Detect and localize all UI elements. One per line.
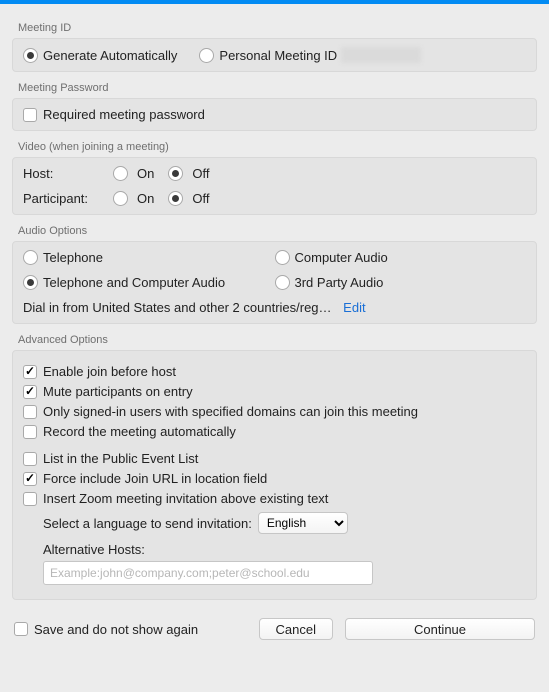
required-password-checkbox[interactable] (23, 108, 37, 122)
public-list-checkbox[interactable] (23, 452, 37, 466)
advanced-section-label: Advanced Options (18, 334, 537, 346)
computer-audio-label: Computer Audio (295, 250, 388, 265)
dialog-content: Meeting ID Generate Automatically Person… (0, 4, 549, 652)
insert-invite-checkbox[interactable] (23, 492, 37, 506)
dial-in-text: Dial in from United States and other 2 c… (23, 300, 332, 315)
generate-auto-radio[interactable] (23, 48, 38, 63)
mute-entry-checkbox[interactable] (23, 385, 37, 399)
force-url-label: Force include Join URL in location field (43, 471, 267, 486)
host-on-label: On (137, 166, 154, 181)
edit-dial-in-link[interactable]: Edit (343, 300, 365, 315)
meeting-password-label: Meeting Password (18, 82, 537, 94)
host-on-radio[interactable] (113, 166, 128, 181)
required-password-text: Required meeting password (43, 107, 205, 122)
insert-invite-label: Insert Zoom meeting invitation above exi… (43, 491, 328, 506)
language-select[interactable]: English (258, 512, 348, 534)
audio-section-label: Audio Options (18, 225, 537, 237)
record-auto-checkbox[interactable] (23, 425, 37, 439)
personal-meeting-radio[interactable] (199, 48, 214, 63)
third-party-audio-label: 3rd Party Audio (295, 275, 384, 290)
signed-domains-checkbox[interactable] (23, 405, 37, 419)
participant-on-radio[interactable] (113, 191, 128, 206)
personal-meeting-label: Personal Meeting ID (219, 48, 337, 63)
personal-meeting-id-redacted (341, 47, 421, 63)
public-list-label: List in the Public Event List (43, 451, 198, 466)
third-party-audio-radio[interactable] (275, 275, 290, 290)
computer-audio-radio[interactable] (275, 250, 290, 265)
meeting-id-panel: Generate Automatically Personal Meeting … (12, 38, 537, 72)
participant-on-label: On (137, 191, 154, 206)
bottom-bar: Save and do not show again Cancel Contin… (12, 618, 537, 640)
meeting-password-panel: Required meeting password (12, 98, 537, 131)
join-before-label: Enable join before host (43, 364, 176, 379)
force-url-checkbox[interactable] (23, 472, 37, 486)
generate-auto-label: Generate Automatically (43, 48, 177, 63)
telephone-label: Telephone (43, 250, 103, 265)
participant-off-radio[interactable] (168, 191, 183, 206)
participant-label: Participant: (23, 191, 113, 206)
telephone-computer-radio[interactable] (23, 275, 38, 290)
meeting-id-label: Meeting ID (18, 22, 537, 34)
advanced-panel: Enable join before host Mute participant… (12, 350, 537, 600)
save-do-not-show-checkbox[interactable] (14, 622, 28, 636)
host-label: Host: (23, 166, 113, 181)
participant-off-label: Off (192, 191, 209, 206)
join-before-checkbox[interactable] (23, 365, 37, 379)
select-language-label: Select a language to send invitation: (43, 516, 252, 531)
video-section-label: Video (when joining a meeting) (18, 141, 537, 153)
mute-entry-label: Mute participants on entry (43, 384, 193, 399)
telephone-computer-label: Telephone and Computer Audio (43, 275, 225, 290)
alt-hosts-input[interactable] (43, 561, 373, 585)
continue-button[interactable]: Continue (345, 618, 535, 640)
save-do-not-show-label: Save and do not show again (34, 622, 198, 637)
record-auto-label: Record the meeting automatically (43, 424, 236, 439)
host-off-label: Off (192, 166, 209, 181)
signed-domains-label: Only signed-in users with specified doma… (43, 404, 418, 419)
video-panel: Host: On Off Participant: On Off (12, 157, 537, 215)
alt-hosts-label: Alternative Hosts: (43, 542, 526, 557)
telephone-radio[interactable] (23, 250, 38, 265)
host-off-radio[interactable] (168, 166, 183, 181)
audio-panel: Telephone Computer Audio Telephone and C… (12, 241, 537, 324)
cancel-button[interactable]: Cancel (259, 618, 333, 640)
